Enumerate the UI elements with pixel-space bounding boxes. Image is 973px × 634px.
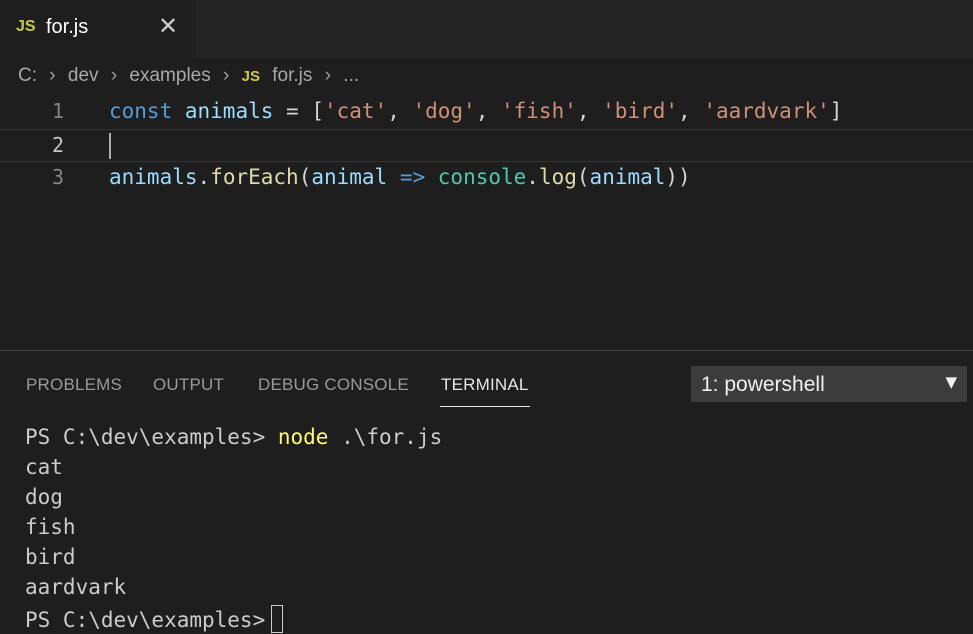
operator-token: .: [526, 165, 539, 189]
function-token: forEach: [210, 165, 299, 189]
bottom-panel: PROBLEMS OUTPUT DEBUG CONSOLE TERMINAL 1…: [0, 350, 973, 634]
bracket-token: ]: [829, 99, 843, 123]
comma-token: ,: [678, 99, 704, 123]
terminal-select[interactable]: 1: powershell ▼: [691, 366, 967, 402]
terminal-args: .\for.js: [328, 425, 443, 449]
comma-token: ,: [387, 99, 413, 123]
terminal-line: bird: [25, 545, 76, 569]
terminal-command: node: [277, 425, 329, 449]
arrow-token: =>: [387, 165, 438, 189]
tab-title: for.js: [46, 16, 89, 38]
keyword-token: const: [109, 99, 173, 123]
terminal-line: PS C:\dev\examples>: [25, 605, 284, 634]
string-token: 'bird': [602, 99, 679, 123]
terminal-line: fish: [25, 515, 76, 539]
chevron-right-icon: ›: [324, 65, 332, 86]
chevron-down-icon: ▼: [945, 373, 957, 391]
terminal-select-value: 1: powershell: [701, 373, 825, 396]
line-number: 1: [51, 99, 64, 123]
code-line-active[interactable]: 2: [0, 129, 973, 162]
tab-output[interactable]: OUTPUT: [153, 375, 224, 395]
string-token: 'dog': [412, 99, 476, 123]
tab-terminal[interactable]: TERMINAL: [441, 375, 529, 395]
active-tab-indicator: [440, 406, 530, 407]
terminal-cursor: [271, 605, 284, 633]
code-line[interactable]: 1 const animals = ['cat', 'dog', 'fish',…: [0, 96, 973, 129]
function-token: log: [538, 165, 577, 189]
javascript-file-icon: JS: [16, 18, 36, 35]
class-token: console: [437, 165, 527, 189]
vscode-window: JS for.js ✕ C: › dev › examples › JS for…: [0, 0, 973, 634]
text-caret: [109, 133, 111, 159]
code-line[interactable]: 3 animals.forEach(animal => console.log(…: [0, 162, 973, 195]
tab-problems[interactable]: PROBLEMS: [26, 375, 122, 395]
breadcrumb-item-drive[interactable]: C:: [18, 65, 37, 87]
terminal-prompt: PS C:\dev\examples>: [25, 425, 278, 449]
breadcrumb-item-dev[interactable]: dev: [68, 65, 99, 87]
chevron-right-icon: ›: [110, 65, 118, 86]
terminal-line: cat: [25, 455, 63, 479]
tab-debug-console[interactable]: DEBUG CONSOLE: [258, 375, 409, 395]
variable-token: animals: [109, 165, 198, 189]
editor-tab-for-js[interactable]: JS for.js ✕: [0, 0, 196, 58]
breadcrumb: C: › dev › examples › JS for.js › ...: [18, 65, 359, 93]
parameter-token: animal: [311, 165, 388, 189]
paren-token: (: [576, 165, 590, 189]
comma-token: ,: [576, 99, 603, 123]
code-text: animals.forEach(animal => console.log(an…: [109, 165, 691, 189]
breadcrumb-item-file[interactable]: for.js: [272, 65, 312, 87]
operator-token: .: [197, 165, 211, 189]
terminal-line: dog: [25, 485, 63, 509]
breadcrumb-item-symbols[interactable]: ...: [343, 65, 359, 87]
terminal-line: aardvark: [25, 575, 127, 599]
comma-token: ,: [475, 99, 501, 123]
chevron-right-icon: ›: [49, 65, 56, 86]
string-token: 'aardvark': [703, 99, 830, 123]
code-text: const animals = ['cat', 'dog', 'fish', '…: [109, 99, 842, 123]
paren-token: (: [298, 165, 312, 189]
line-number: 2: [51, 133, 64, 157]
chevron-right-icon: ›: [223, 65, 230, 86]
editor-tab-bar: JS for.js ✕: [0, 0, 973, 58]
string-token: 'cat': [323, 99, 388, 123]
operator-token: = [: [273, 99, 324, 123]
breadcrumb-item-examples[interactable]: examples: [129, 65, 210, 87]
variable-token: animal: [589, 165, 666, 189]
close-icon[interactable]: ✕: [158, 12, 178, 40]
terminal-line: PS C:\dev\examples> node .\for.js: [25, 425, 442, 455]
terminal-prompt: PS C:\dev\examples>: [25, 608, 266, 632]
code-editor[interactable]: 1 const animals = ['cat', 'dog', 'fish',…: [0, 96, 973, 350]
paren-token: )): [665, 165, 691, 189]
variable-token: animals: [184, 99, 274, 123]
line-number: 3: [51, 165, 64, 189]
javascript-file-icon: JS: [241, 67, 260, 85]
string-token: 'fish': [501, 99, 577, 123]
